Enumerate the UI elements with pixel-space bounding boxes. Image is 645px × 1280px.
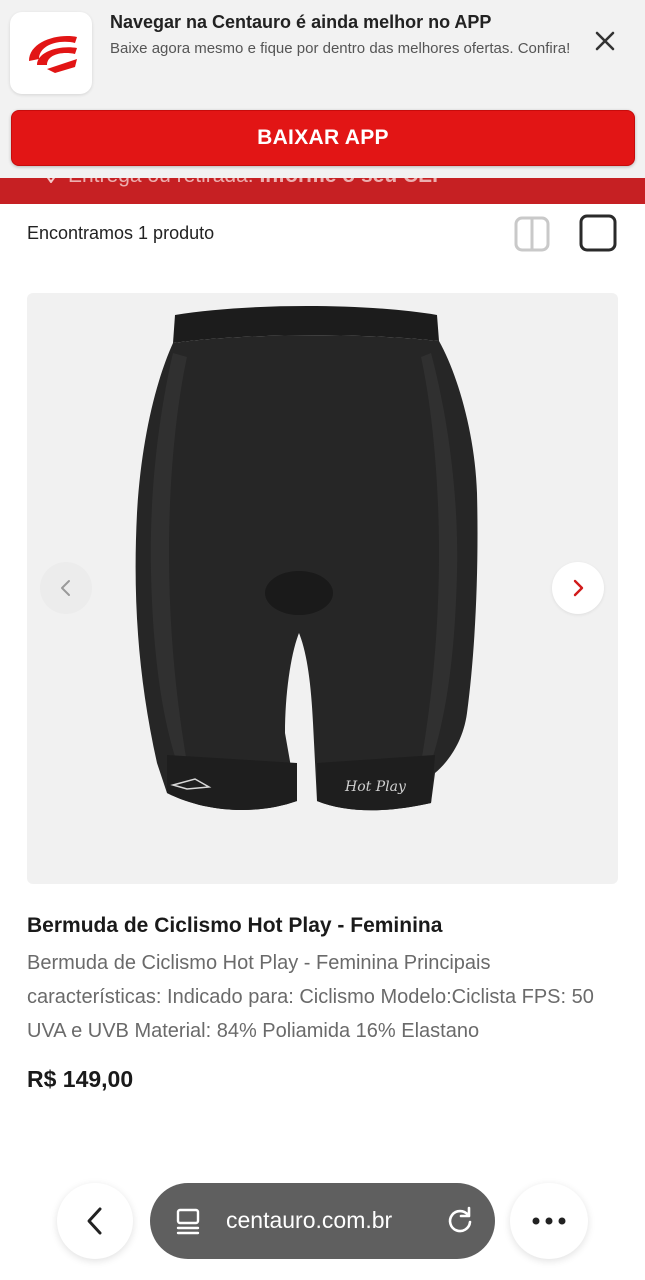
product-image[interactable]: Hot Play <box>27 293 618 884</box>
url-text: centauro.com.br <box>226 1207 393 1233</box>
product-price: R$ 149,00 <box>27 1066 134 1092</box>
delivery-text: Entrega ou retirada: Informe o seu CEP <box>44 178 446 188</box>
results-count: Encontramos 1 produto <box>27 223 215 243</box>
delivery-action: Informe o seu CEP <box>259 178 446 187</box>
delivery-location-bar[interactable]: Entrega ou retirada: Informe o seu CEP <box>0 178 645 204</box>
page-info-icon[interactable] <box>174 1207 202 1235</box>
carousel-prev-button[interactable] <box>40 562 92 614</box>
banner-subtitle: Baixe agora mesmo e fique por dentro das… <box>110 40 571 57</box>
browser-back-button[interactable] <box>57 1183 133 1259</box>
two-column-grid-icon[interactable] <box>514 216 550 252</box>
delivery-label: Entrega ou retirada: <box>68 178 254 187</box>
chevron-left-icon <box>61 580 70 596</box>
address-bar[interactable]: centauro.com.br <box>150 1183 495 1259</box>
download-app-button[interactable]: BAIXAR APP <box>11 110 635 166</box>
app-download-banner: Navegar na Centauro é ainda melhor no AP… <box>0 0 645 178</box>
product-image-container[interactable]: Hot Play <box>27 293 618 884</box>
chevron-right-icon <box>573 579 584 597</box>
more-horizontal-icon <box>532 1217 566 1225</box>
carousel-next-button[interactable] <box>552 562 604 614</box>
close-icon[interactable] <box>588 24 622 58</box>
back-arrow-icon <box>87 1207 102 1235</box>
product-name[interactable]: Bermuda de Ciclismo Hot Play - Feminina <box>27 914 442 938</box>
banner-title: Navegar na Centauro é ainda melhor no AP… <box>110 12 492 32</box>
single-column-icon[interactable] <box>579 214 617 252</box>
product-brand-mark: Hot Play <box>344 779 407 795</box>
product-description: Bermuda de Ciclismo Hot Play - Feminina … <box>27 952 594 1042</box>
browser-menu-button[interactable] <box>510 1183 588 1259</box>
centauro-logo-icon[interactable] <box>10 12 92 94</box>
location-pin-icon <box>46 178 56 183</box>
reload-icon[interactable] <box>445 1205 475 1235</box>
